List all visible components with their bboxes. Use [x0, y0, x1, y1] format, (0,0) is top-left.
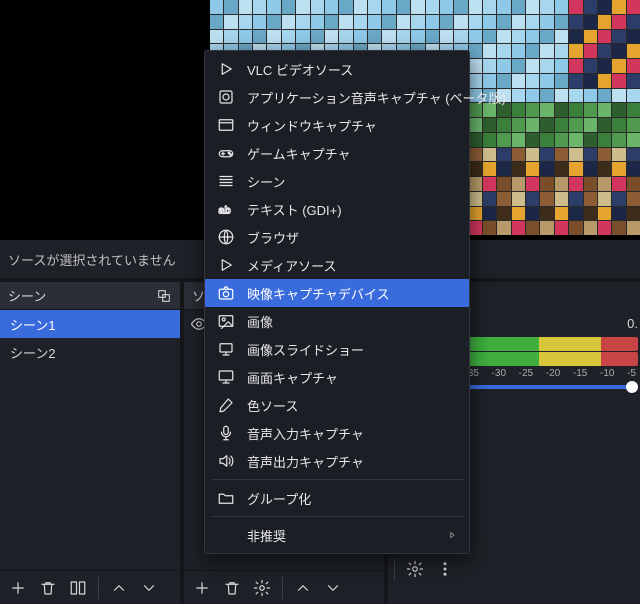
speaker-icon [217, 452, 235, 470]
scene-item[interactable]: シーン2 [0, 338, 180, 366]
menu-item[interactable]: シーン [205, 167, 469, 195]
menu-separator [211, 479, 463, 480]
scenes-list: シーン1シーン2 [0, 310, 180, 570]
source-move-up-button[interactable] [289, 574, 317, 602]
menu-item-label: 映像キャプチャデバイス [247, 284, 457, 303]
menu-item[interactable]: ウィンドウキャプチャ [205, 111, 469, 139]
monitor-icon [217, 368, 235, 386]
mixer-menu-button[interactable] [431, 555, 459, 583]
scale-tick: -10 [600, 368, 614, 379]
menu-item-label: シーン [247, 172, 457, 191]
menu-item-label: 画像スライドショー [247, 340, 457, 359]
menu-item[interactable]: ブラウザ [205, 223, 469, 251]
toolbar-divider [394, 558, 395, 580]
menu-item[interactable]: 画像 [205, 307, 469, 335]
play-icon [217, 60, 235, 78]
menu-item[interactable]: ab テキスト (GDI+) [205, 195, 469, 223]
menu-item-label: ゲームキャプチャ [247, 144, 457, 163]
scale-tick: -20 [546, 368, 560, 379]
menu-item[interactable]: メディアソース [205, 251, 469, 279]
menu-item-label: 画像 [247, 312, 457, 331]
folder-icon [217, 489, 235, 507]
scene-move-up-button[interactable] [105, 574, 133, 602]
menu-item[interactable]: ゲームキャプチャ [205, 139, 469, 167]
menu-item-label: 音声出力キャプチャ [247, 452, 457, 471]
slideshow-icon [217, 340, 235, 358]
source-move-down-button[interactable] [319, 574, 347, 602]
scene-move-down-button[interactable] [135, 574, 163, 602]
svg-text:ab: ab [219, 205, 231, 217]
image-icon [217, 312, 235, 330]
menu-item-label: 音声入力キャプチャ [247, 424, 457, 443]
scenes-title: シーン [8, 286, 46, 305]
add-source-button[interactable] [188, 574, 216, 602]
dock-popout-icon[interactable] [156, 288, 172, 304]
menu-separator [211, 516, 463, 517]
app-audio-icon [217, 88, 235, 106]
scenes-panel: シーン シーン1シーン2 [0, 282, 180, 604]
scenes-header[interactable]: シーン [0, 282, 180, 310]
text-icon: ab [217, 200, 235, 218]
globe-icon [217, 228, 235, 246]
menu-item-label: テキスト (GDI+) [247, 200, 457, 219]
remove-source-button[interactable] [218, 574, 246, 602]
mixer-settings-button[interactable] [401, 555, 429, 583]
play-icon [217, 256, 235, 274]
add-source-context-menu: VLC ビデオソースアプリケーション音声キャプチャ (ベータ版) ウィンドウキャプ… [204, 50, 470, 554]
menu-item[interactable]: 映像キャプチャデバイス [205, 279, 469, 307]
menu-item[interactable]: アプリケーション音声キャプチャ (ベータ版) [205, 83, 469, 111]
menu-item[interactable]: 音声出力キャプチャ [205, 447, 469, 475]
status-text: ソースが選択されていません [8, 250, 176, 269]
scene-filters-button[interactable] [64, 574, 92, 602]
gamepad-icon [217, 144, 235, 162]
menu-item-label: 画面キャプチャ [247, 368, 457, 387]
menu-item[interactable]: 音声入力キャプチャ [205, 419, 469, 447]
add-scene-button[interactable] [4, 574, 32, 602]
scale-tick: -5 [627, 368, 636, 379]
scene-icon [217, 172, 235, 190]
source-properties-button[interactable] [248, 574, 276, 602]
window-icon [217, 116, 235, 134]
menu-item-label: ブラウザ [247, 228, 457, 247]
toolbar-divider [282, 577, 283, 599]
menu-item-label: VLC ビデオソース [247, 60, 457, 79]
scale-tick: -30 [492, 368, 506, 379]
menu-item-label: メディアソース [247, 256, 457, 275]
menu-item-label: ウィンドウキャプチャ [247, 116, 457, 135]
menu-item[interactable]: 色ソース [205, 391, 469, 419]
menu-item-label: 非推奨 [247, 526, 435, 545]
scenes-toolbar [0, 570, 180, 604]
submenu-arrow-icon [447, 528, 457, 543]
blank-icon [217, 526, 235, 544]
mixer-toolbar [390, 552, 459, 586]
scale-tick: -25 [519, 368, 533, 379]
menu-item[interactable]: 非推奨 [205, 521, 469, 549]
menu-item-label: アプリケーション音声キャプチャ (ベータ版) [247, 88, 506, 107]
menu-item-label: 色ソース [247, 396, 457, 415]
menu-item[interactable]: グループ化 [205, 484, 469, 512]
menu-item[interactable]: VLC ビデオソース [205, 55, 469, 83]
scene-item[interactable]: シーン1 [0, 310, 180, 338]
brush-icon [217, 396, 235, 414]
menu-item[interactable]: 画像スライドショー [205, 335, 469, 363]
camera-icon [217, 284, 235, 302]
scale-tick: -15 [573, 368, 587, 379]
toolbar-divider [98, 577, 99, 599]
mic-icon [217, 424, 235, 442]
menu-item[interactable]: 画面キャプチャ [205, 363, 469, 391]
menu-item-label: グループ化 [247, 489, 457, 508]
remove-scene-button[interactable] [34, 574, 62, 602]
sources-toolbar [184, 570, 384, 604]
audio-track-value: 0. [627, 316, 638, 335]
